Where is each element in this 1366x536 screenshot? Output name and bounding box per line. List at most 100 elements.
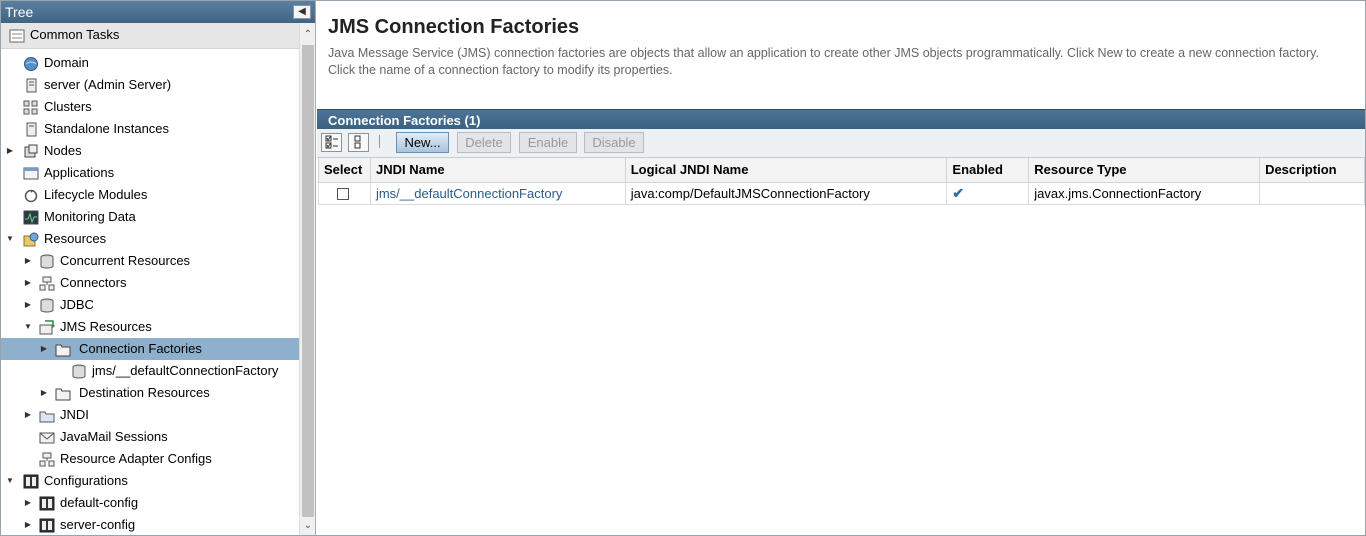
database-icon [39,254,55,269]
toolbar-separator [379,135,380,148]
new-button[interactable]: New... [396,132,449,153]
tree-item-resource-adapter-configs[interactable]: Resource Adapter Configs [1,448,299,470]
tree-scrollbar[interactable]: ⌃ ⌄ [299,23,315,535]
database-icon [71,364,87,379]
tree-item-jms-resources[interactable]: ▼ JMS Resources [1,316,299,338]
collapse-icon[interactable]: ▼ [5,228,15,250]
tree-item-nodes[interactable]: ▶ Nodes [1,140,299,162]
resource-type-cell: javax.jms.ConnectionFactory [1028,181,1261,205]
tree-item-jdbc[interactable]: ▶ JDBC [1,294,299,316]
tree-item-label: Clusters [44,99,92,114]
tree-item-label: JDBC [60,297,94,312]
tree-item-server[interactable]: server (Admin Server) [1,74,299,96]
tree-title: Tree [5,4,34,20]
column-header-logical-jndi-name[interactable]: Logical JNDI Name [624,158,948,183]
tree-item-javamail-sessions[interactable]: JavaMail Sessions [1,426,299,448]
expand-icon[interactable]: ▶ [39,338,49,360]
tree-item-label: Connectors [60,275,127,290]
expand-icon[interactable]: ▶ [23,294,33,316]
resources-icon [23,232,39,247]
tree-item-label: server-config [60,517,136,532]
tree-item-default-connection-factory[interactable]: jms/__defaultConnectionFactory [1,360,299,382]
expand-icon[interactable]: ▶ [23,404,33,426]
jndi-name-link[interactable]: jms/__defaultConnectionFactory [376,186,562,201]
collapse-icon[interactable]: ▼ [5,470,15,492]
lifecycle-icon [23,188,39,203]
tree-item-label: Resources [44,231,107,246]
enable-button[interactable]: Enable [519,132,577,153]
tree-item-label: Common Tasks [30,27,120,42]
delete-button[interactable]: Delete [457,132,511,153]
config-icon [39,496,55,511]
expand-icon[interactable]: ▶ [23,250,33,272]
tree-item-clusters[interactable]: Clusters [1,96,299,118]
row-select-checkbox[interactable] [337,188,349,201]
tree-item-label: Configurations [44,473,128,488]
expand-icon[interactable]: ▶ [39,382,49,404]
scrollbar-thumb[interactable] [302,45,314,517]
scroll-down-icon[interactable]: ⌄ [300,518,316,534]
column-header-description[interactable]: Description [1259,158,1365,183]
table-title: Connection Factories (1) [317,109,1365,129]
column-header-jndi-name[interactable]: JNDI Name [369,158,626,183]
tree-item-default-config[interactable]: ▶ default-config [1,492,299,514]
applications-icon [23,166,39,181]
expand-icon[interactable]: ▶ [23,272,33,294]
disable-button[interactable]: Disable [584,132,644,153]
connectors-icon [39,276,55,291]
config-icon [23,474,39,489]
connectors-icon [39,452,55,467]
page-description: Java Message Service (JMS) connection fa… [328,46,1319,77]
select-all-icon[interactable] [321,133,342,152]
tree-item-label: Destination Resources [79,385,210,400]
expand-icon[interactable]: ▶ [5,140,15,162]
monitoring-icon [23,210,39,225]
tree-item-jndi[interactable]: ▶ JNDI [1,404,299,426]
column-header-resource-type[interactable]: Resource Type [1028,158,1261,183]
expand-icon[interactable]: ▶ [23,514,33,535]
tree-item-monitoring-data[interactable]: Monitoring Data [1,206,299,228]
logical-jndi-name-cell: java:comp/DefaultJMSConnectionFactory [624,181,948,205]
tree-item-label: Resource Adapter Configs [60,451,212,466]
tree-item-label: Monitoring Data [44,209,136,224]
collapse-left-icon[interactable]: ◀ [293,5,311,19]
table-toolbar: New... Delete Enable Disable [317,129,1365,158]
main-content: JMS Connection Factories Java Message Se… [317,1,1365,535]
tree-item-label: Concurrent Resources [60,253,191,268]
table-header-row: Select JNDI Name Logical JNDI Name Enabl… [318,158,1365,183]
tree-header: Tree ◀ [1,1,315,23]
jndi-icon [39,408,55,423]
table-row: jms/__defaultConnectionFactory java:comp… [318,181,1365,205]
column-header-select[interactable]: Select [318,158,371,183]
column-header-enabled[interactable]: Enabled [946,158,1030,183]
tree-item-concurrent-resources[interactable]: ▶ Concurrent Resources [1,250,299,272]
collapse-icon[interactable]: ▼ [23,316,33,338]
tree-item-label: jms/__defaultConnectionFactory [92,363,279,378]
scroll-up-icon[interactable]: ⌃ [300,27,316,43]
tree-item-standalone-instances[interactable]: Standalone Instances [1,118,299,140]
deselect-all-icon[interactable] [348,133,369,152]
expand-icon[interactable]: ▶ [23,492,33,514]
tree-item-applications[interactable]: Applications [1,162,299,184]
tree-item-label: Domain [44,55,89,70]
tree-item-common-tasks[interactable]: Common Tasks [1,23,299,49]
clusters-icon [23,100,39,115]
tree-pane: Tree ◀ Common Tasks Domain server (Admin… [1,1,316,535]
tree-item-connection-factories[interactable]: ▶ Connection Factories [1,338,299,360]
config-icon [39,518,55,533]
database-icon [39,298,55,313]
tree-item-lifecycle-modules[interactable]: Lifecycle Modules [1,184,299,206]
tree-item-server-config[interactable]: ▶ server-config [1,514,299,535]
page-title: JMS Connection Factories [328,16,580,38]
tree-item-connectors[interactable]: ▶ Connectors [1,272,299,294]
tasks-icon [9,27,25,43]
nodes-icon [23,144,39,159]
tree-item-resources[interactable]: ▼ Resources [1,228,299,250]
tree-item-destination-resources[interactable]: ▶ Destination Resources [1,382,299,404]
enabled-check-icon: ✔ [952,184,965,201]
domain-icon [23,56,39,71]
mail-icon [39,430,55,445]
tree-item-domain[interactable]: Domain [1,52,299,74]
tree-item-label: Standalone Instances [44,121,170,136]
tree-item-configurations[interactable]: ▼ Configurations [1,470,299,492]
